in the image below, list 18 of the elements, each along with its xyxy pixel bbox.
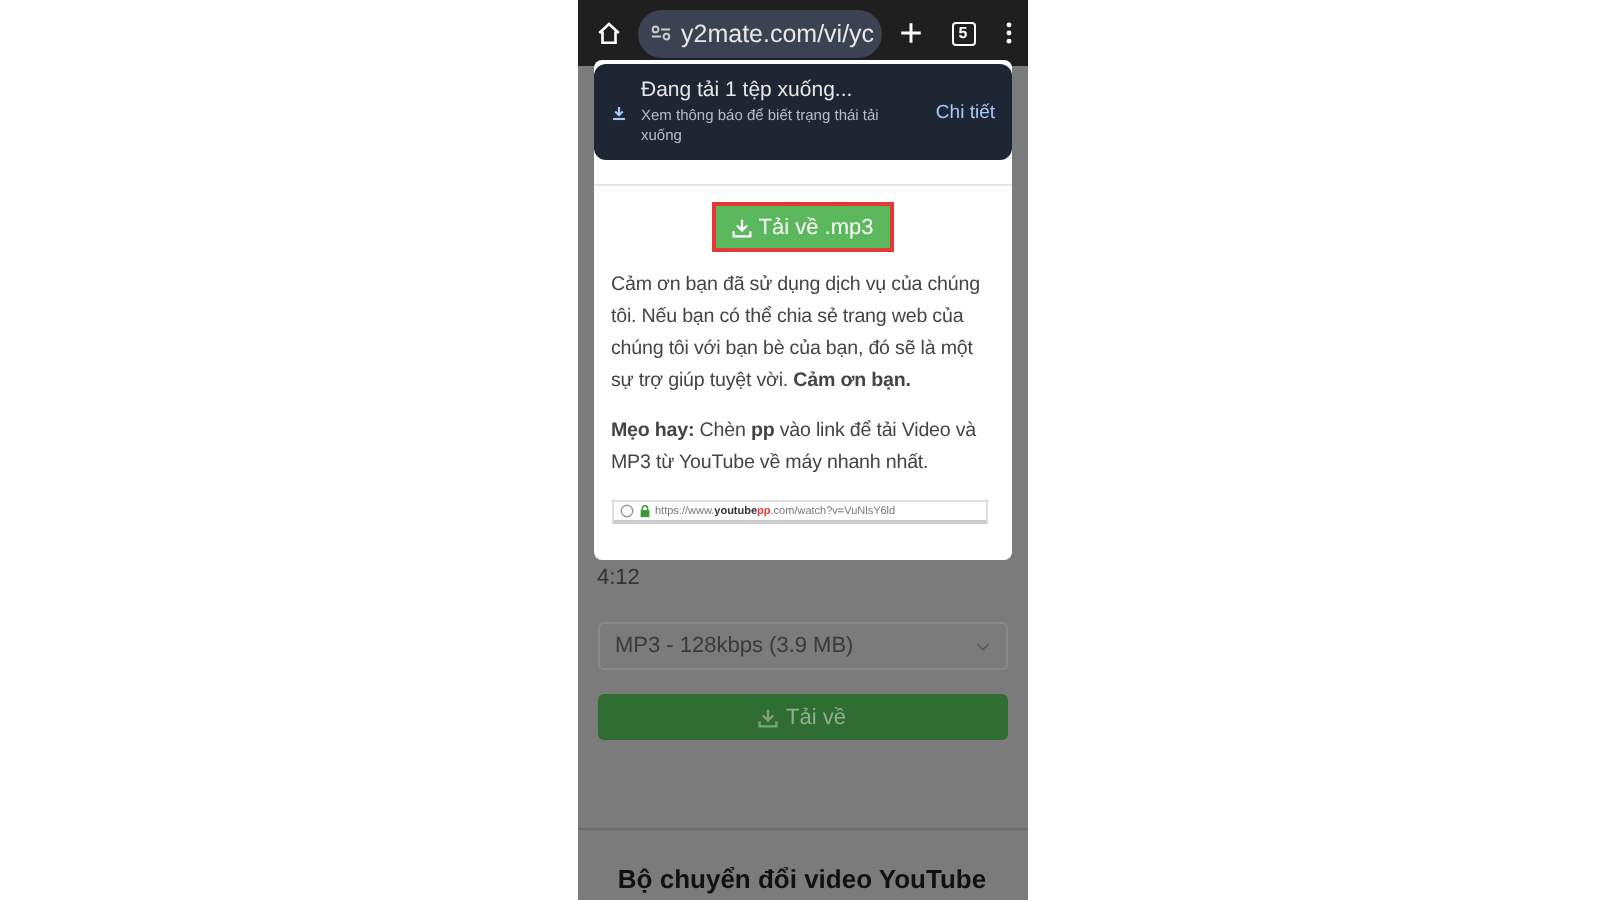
section-heading: Bộ chuyển đổi video YouTube bbox=[617, 864, 987, 896]
plus-icon[interactable] bbox=[897, 20, 923, 46]
site-settings-icon[interactable] bbox=[649, 24, 671, 42]
url-text: y2mate.com/vi/yc bbox=[681, 19, 875, 47]
chevron-down-icon bbox=[975, 641, 989, 651]
details-link[interactable]: Chi tiết bbox=[935, 101, 995, 123]
info-paragraph: Cảm ơn bạn đã sử dụng dịch vụ của chúng tôi. Nếu bạn có thể chia sẻ trang web của chúng tôi với bạn bè của bạn, đó sẽ là một sự trợ giúp tuyệt vời. Cảm ơn bạn. bbox=[611, 272, 982, 396]
lock-icon bbox=[637, 504, 651, 518]
duration-text: 4:12 bbox=[597, 566, 642, 594]
tab-count-button[interactable]: 5 bbox=[951, 21, 975, 45]
download-icon bbox=[609, 103, 627, 121]
download-icon bbox=[758, 707, 779, 727]
info-paragraph: Mẹo hay: Chèn pp vào link để tải Video và MP3 từ YouTube về máy nhanh nhất. bbox=[611, 418, 979, 478]
home-icon[interactable] bbox=[595, 20, 621, 46]
download-icon bbox=[732, 217, 753, 237]
address-bar[interactable]: y2mate.com/vi/yc bbox=[637, 9, 881, 57]
notification-title: Đang tải 1 tệp xuống... bbox=[641, 78, 855, 102]
menu-icon[interactable] bbox=[1003, 20, 1013, 46]
